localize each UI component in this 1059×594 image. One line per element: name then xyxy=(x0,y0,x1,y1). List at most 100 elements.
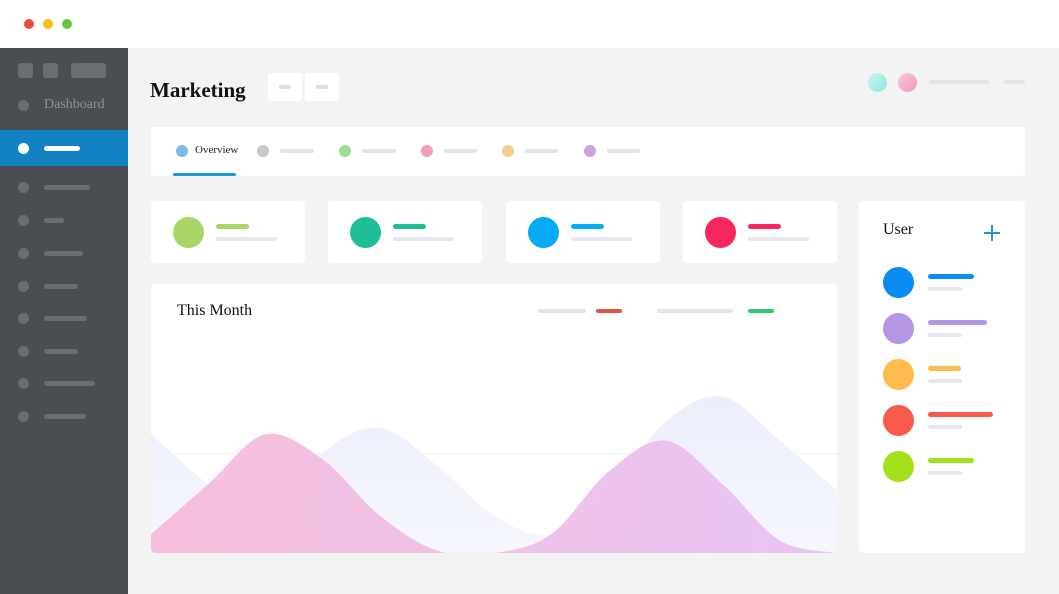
sidebar-item[interactable] xyxy=(0,399,128,433)
sidebar-item-icon xyxy=(18,281,29,292)
stat-card[interactable] xyxy=(328,201,482,263)
user-list-item[interactable] xyxy=(883,451,1013,483)
sidebar-item[interactable] xyxy=(0,170,128,204)
sidebar-item-label: Dashboard xyxy=(44,97,105,112)
minimize-window-button[interactable] xyxy=(43,19,53,29)
avatar xyxy=(883,405,914,436)
user-list-item[interactable] xyxy=(883,313,1013,345)
sidebar-item[interactable] xyxy=(0,269,128,303)
tab-label xyxy=(280,149,314,153)
legend-label xyxy=(538,309,586,313)
sidebar-item-label xyxy=(44,284,78,289)
sidebar-item-icon xyxy=(18,248,29,259)
user-panel: User xyxy=(859,201,1025,553)
maximize-window-button[interactable] xyxy=(62,19,72,29)
sidebar-item-label xyxy=(44,218,64,223)
stat-card[interactable] xyxy=(151,201,305,263)
avatar xyxy=(883,451,914,482)
sidebar-item-icon xyxy=(18,143,29,154)
sidebar-item[interactable] xyxy=(0,334,128,368)
header-menu[interactable] xyxy=(1004,80,1025,84)
tab-dot-icon xyxy=(584,145,596,157)
legend-label xyxy=(657,309,733,313)
sidebar-item[interactable] xyxy=(0,301,128,335)
chart-card: This Month xyxy=(151,284,837,553)
sidebar-item[interactable] xyxy=(0,203,128,237)
stat-value xyxy=(393,224,426,229)
stat-value xyxy=(748,224,781,229)
sidebar-item-label xyxy=(44,414,86,419)
chart-title: This Month xyxy=(177,302,253,319)
tab-dot-icon xyxy=(339,145,351,157)
stat-card[interactable] xyxy=(683,201,837,263)
stat-icon xyxy=(350,217,381,248)
sidebar-app-icon[interactable] xyxy=(43,63,58,78)
stat-card[interactable] xyxy=(506,201,660,263)
user-panel-title: User xyxy=(883,221,914,238)
stat-icon xyxy=(705,217,736,248)
user-name xyxy=(928,320,987,325)
sidebar-item-dashboard[interactable]: Dashboard xyxy=(0,88,128,122)
sidebar-item-label xyxy=(44,381,95,386)
tab-dot-icon xyxy=(257,145,269,157)
tab-dot-icon xyxy=(176,145,188,157)
sidebar-item[interactable] xyxy=(0,236,128,270)
user-subtitle xyxy=(928,287,962,291)
header-user-name xyxy=(929,80,989,84)
sidebar-item-icon xyxy=(18,313,29,324)
tab-label xyxy=(607,149,640,153)
user-list-item[interactable] xyxy=(883,267,1013,299)
tab-label xyxy=(444,149,477,153)
sidebar-item-label xyxy=(44,349,78,354)
main-content: Marketing Overview This Month User xyxy=(128,48,1059,594)
header-action-button[interactable] xyxy=(305,73,339,101)
stat-icon xyxy=(173,217,204,248)
stat-label xyxy=(216,237,277,241)
area-chart xyxy=(151,396,837,553)
user-name xyxy=(928,274,974,279)
sidebar-item[interactable] xyxy=(0,366,128,400)
tab-label: Overview xyxy=(195,144,239,156)
close-window-button[interactable] xyxy=(24,19,34,29)
user-name xyxy=(928,366,961,371)
user-subtitle xyxy=(928,425,962,429)
sidebar-item-active[interactable] xyxy=(0,130,128,166)
sidebar-item-label xyxy=(44,316,87,321)
stat-label xyxy=(393,237,454,241)
user-list-item[interactable] xyxy=(883,405,1013,437)
avatar xyxy=(883,359,914,390)
window-titlebar xyxy=(0,0,1059,48)
tabs-bar: Overview xyxy=(151,127,1025,176)
sidebar-item-label xyxy=(44,251,83,256)
page-title: Marketing xyxy=(150,78,246,102)
sidebar-item-label xyxy=(44,146,80,151)
stat-value xyxy=(216,224,249,229)
sidebar-item-icon xyxy=(18,215,29,226)
sidebar-item-icon xyxy=(18,182,29,193)
stat-label xyxy=(571,237,632,241)
sidebar-app-icon[interactable] xyxy=(18,63,33,78)
sidebar: Dashboard xyxy=(0,48,128,594)
user-list-item[interactable] xyxy=(883,359,1013,391)
sidebar-item-icon xyxy=(18,346,29,357)
active-tab-indicator xyxy=(173,173,236,176)
sidebar-item-icon xyxy=(18,378,29,389)
stat-label xyxy=(748,237,809,241)
avatar[interactable] xyxy=(868,73,887,92)
stat-icon xyxy=(528,217,559,248)
add-user-icon[interactable] xyxy=(984,225,1000,241)
avatar xyxy=(883,313,914,344)
stat-value xyxy=(571,224,604,229)
sidebar-item-label xyxy=(44,185,90,190)
tab-label xyxy=(525,149,558,153)
user-name xyxy=(928,458,974,463)
avatar[interactable] xyxy=(898,73,917,92)
header-action-button[interactable] xyxy=(268,73,302,101)
tab-dot-icon xyxy=(502,145,514,157)
user-subtitle xyxy=(928,471,962,475)
sidebar-item-icon xyxy=(18,100,29,111)
legend-swatch xyxy=(748,309,774,313)
tab-dot-icon xyxy=(421,145,433,157)
sidebar-app-icon[interactable] xyxy=(71,63,106,78)
legend-swatch xyxy=(596,309,622,313)
